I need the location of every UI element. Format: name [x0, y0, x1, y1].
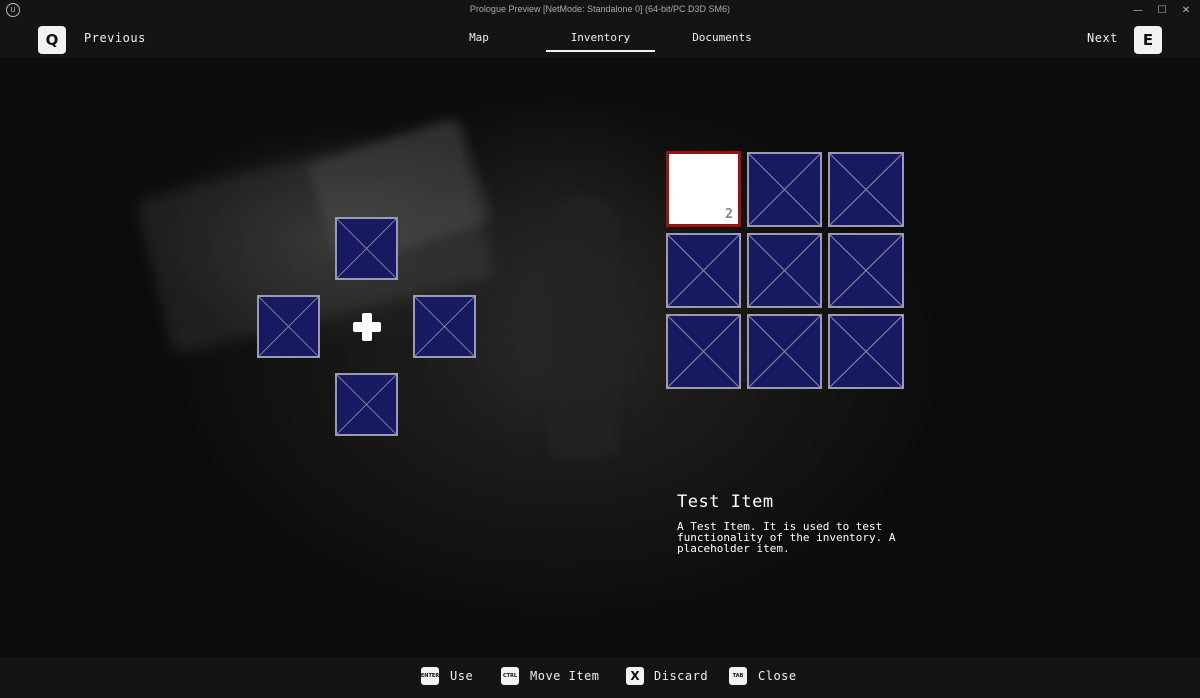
close-action[interactable]: Close	[758, 669, 797, 683]
close-icon[interactable]: ✕	[1172, 0, 1200, 20]
inventory-slot[interactable]	[747, 233, 822, 308]
ctrl-key-icon: CTRL	[501, 667, 519, 685]
plus-icon	[353, 313, 381, 341]
enter-key-icon: ENTER	[421, 667, 439, 685]
window-titlebar: U Prologue Preview [NetMode: Standalone …	[0, 0, 1200, 20]
menu-header: Q Previous Map Inventory Documents Next …	[0, 20, 1200, 58]
prev-key-badge[interactable]: Q	[38, 26, 66, 54]
empty-slot-x-icon	[749, 316, 820, 387]
game-scene-background	[0, 58, 1200, 658]
inventory-slot[interactable]	[828, 314, 904, 389]
empty-slot-x-icon	[337, 219, 396, 278]
window-title: Prologue Preview [NetMode: Standalone 0]…	[469, 4, 731, 14]
equip-slot-right[interactable]	[413, 295, 476, 358]
item-count: 2	[725, 207, 733, 222]
equip-slot-top[interactable]	[335, 217, 398, 280]
next-button[interactable]: Next	[1087, 31, 1118, 45]
inventory-slot-selected[interactable]: 2	[666, 151, 741, 227]
empty-slot-x-icon	[830, 154, 902, 225]
empty-slot-x-icon	[668, 316, 739, 387]
inventory-slot[interactable]	[747, 152, 822, 227]
empty-slot-x-icon	[259, 297, 318, 356]
x-key-icon: X	[626, 667, 644, 685]
inventory-slot[interactable]	[828, 233, 904, 308]
discard-action[interactable]: Discard	[654, 669, 708, 683]
empty-slot-x-icon	[830, 235, 902, 306]
next-key-badge[interactable]: E	[1134, 26, 1162, 54]
action-footer: ENTER Use CTRL Move Item X Discard TAB C…	[0, 658, 1200, 698]
equip-slot-bottom[interactable]	[335, 373, 398, 436]
equip-slot-left[interactable]	[257, 295, 320, 358]
inventory-slot[interactable]	[828, 152, 904, 227]
tab-inventory[interactable]: Inventory	[546, 20, 655, 52]
inventory-slot[interactable]	[666, 233, 741, 308]
inventory-slot[interactable]	[747, 314, 822, 389]
use-action[interactable]: Use	[450, 669, 473, 683]
empty-slot-x-icon	[668, 235, 739, 306]
empty-slot-x-icon	[830, 316, 902, 387]
previous-button[interactable]: Previous	[84, 31, 146, 45]
item-name: Test Item	[677, 492, 774, 512]
inventory-slot[interactable]	[666, 314, 741, 389]
tab-key-icon: TAB	[729, 667, 747, 685]
empty-slot-x-icon	[749, 154, 820, 225]
tab-documents[interactable]: Documents	[682, 20, 762, 52]
tab-map[interactable]: Map	[452, 20, 506, 52]
item-description: A Test Item. It is used to test function…	[677, 520, 896, 555]
empty-slot-x-icon	[337, 375, 396, 434]
move-item-action[interactable]: Move Item	[530, 669, 600, 683]
empty-slot-x-icon	[749, 235, 820, 306]
empty-slot-x-icon	[415, 297, 474, 356]
scene-figure	[548, 198, 618, 458]
